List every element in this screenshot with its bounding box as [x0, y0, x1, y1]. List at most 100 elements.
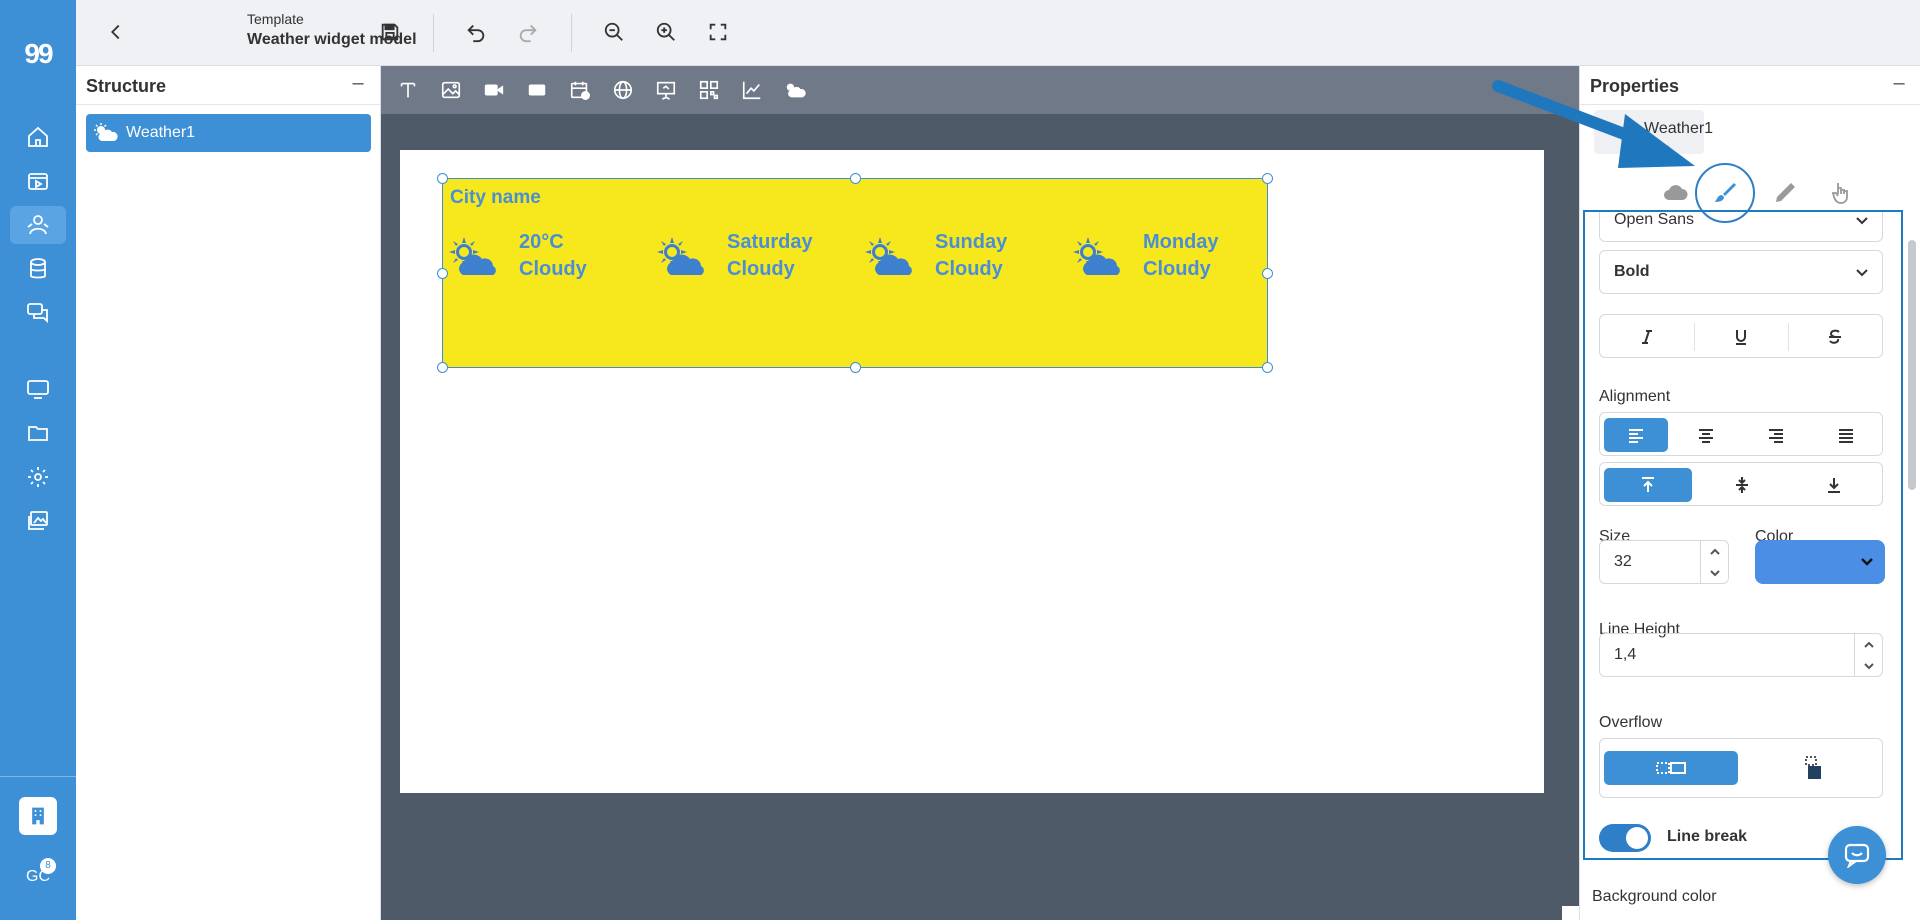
- tree-item-weather1[interactable]: Weather1: [86, 114, 371, 152]
- text-color-picker[interactable]: [1755, 540, 1885, 584]
- nav-files[interactable]: [10, 414, 66, 452]
- nav-database[interactable]: [10, 250, 66, 288]
- settings-icon: [28, 467, 48, 487]
- chevron-down-icon: [1709, 569, 1720, 576]
- weather-widget[interactable]: City name 20°C Cloudy Saturday Cloudy Su…: [437, 173, 1273, 373]
- nav-settings[interactable]: [10, 458, 66, 496]
- screen-icon: [27, 380, 49, 399]
- toolbar-divider: [433, 14, 434, 52]
- undo-button[interactable]: [458, 14, 494, 50]
- align-bottom-button[interactable]: [1790, 468, 1878, 502]
- data-cloud-icon: [1664, 185, 1688, 200]
- align-justify-button[interactable]: [1814, 418, 1878, 452]
- italic-button[interactable]: [1610, 320, 1684, 354]
- resize-handle-bottom-right[interactable]: [1262, 362, 1273, 373]
- save-button[interactable]: [372, 14, 408, 50]
- decrement-button[interactable]: [1701, 562, 1728, 583]
- template-page[interactable]: City name 20°C Cloudy Saturday Cloudy Su…: [400, 150, 1544, 793]
- chevron-down-icon: [1854, 212, 1870, 228]
- back-button[interactable]: [98, 14, 134, 50]
- add-calendar-tool[interactable]: [563, 74, 596, 107]
- add-chart-tool[interactable]: [735, 74, 768, 107]
- align-right-button[interactable]: [1744, 418, 1808, 452]
- resize-handle-right[interactable]: [1262, 268, 1273, 279]
- align-center-button[interactable]: [1674, 418, 1738, 452]
- chevron-up-icon: [1863, 641, 1874, 648]
- nav-users[interactable]: [10, 206, 66, 244]
- resize-handle-bottom-left[interactable]: [437, 362, 448, 373]
- fullscreen-button[interactable]: [700, 14, 736, 50]
- chat-support-button[interactable]: [1828, 826, 1886, 884]
- add-weather-tool[interactable]: [778, 74, 811, 107]
- add-text-tool[interactable]: [391, 74, 424, 107]
- font-weight-select[interactable]: Bold: [1599, 250, 1883, 294]
- add-web-tool[interactable]: [606, 74, 639, 107]
- nav-screens[interactable]: [10, 370, 66, 408]
- align-left-button[interactable]: [1604, 418, 1668, 452]
- resize-handle-top-left[interactable]: [437, 173, 448, 184]
- resize-handle-left[interactable]: [437, 268, 448, 279]
- forecast-day: Monday Cloudy: [1071, 231, 1271, 291]
- day-condition: Cloudy: [1143, 258, 1211, 280]
- size-stepper[interactable]: [1700, 541, 1728, 583]
- object-type: box: [1650, 141, 1670, 155]
- strikethrough-button[interactable]: [1798, 320, 1872, 354]
- day-label: Saturday: [727, 231, 813, 253]
- italic-icon: [1642, 330, 1652, 344]
- organization-button[interactable]: [19, 797, 57, 835]
- overflow-visible-button[interactable]: [1746, 751, 1880, 785]
- structure-collapse-button[interactable]: –: [346, 72, 370, 96]
- increment-button[interactable]: [1855, 634, 1882, 655]
- add-qr-tool[interactable]: [692, 74, 725, 107]
- horizontal-alignment-group: [1599, 412, 1883, 456]
- overflow-hidden-button[interactable]: [1604, 751, 1738, 785]
- nav-media[interactable]: [10, 162, 66, 200]
- increment-button[interactable]: [1701, 541, 1728, 562]
- zoom-in-button[interactable]: [648, 14, 684, 50]
- redo-button[interactable]: [510, 14, 546, 50]
- resize-handle-bottom[interactable]: [850, 362, 861, 373]
- align-top-button[interactable]: [1604, 468, 1692, 502]
- image-tool-icon: [441, 81, 460, 99]
- gallery-icon: [28, 511, 48, 530]
- add-presentation-tool[interactable]: [649, 74, 682, 107]
- underline-button[interactable]: [1704, 320, 1778, 354]
- zoom-out-button[interactable]: [596, 14, 632, 50]
- add-image-tool[interactable]: [434, 74, 467, 107]
- nav-messages[interactable]: [10, 294, 66, 332]
- save-icon: [381, 23, 399, 41]
- size-input[interactable]: 32: [1599, 540, 1729, 584]
- users-icon: [27, 215, 49, 235]
- resize-handle-top-right[interactable]: [1262, 173, 1273, 184]
- object-name: Weather1: [1644, 120, 1714, 137]
- line-break-toggle[interactable]: [1599, 824, 1651, 852]
- zoom-in-icon: [656, 22, 675, 41]
- chart-tool-icon: [742, 81, 760, 100]
- weather-tool-icon: [786, 83, 806, 98]
- add-video-tool[interactable]: [477, 74, 510, 107]
- nav-home[interactable]: [10, 118, 66, 156]
- nav-gallery[interactable]: [10, 502, 66, 540]
- properties-collapse-button[interactable]: –: [1887, 72, 1911, 96]
- tree-item-label: Weather1: [126, 124, 196, 141]
- properties-scrollbar[interactable]: [1908, 240, 1916, 490]
- add-shape-tool[interactable]: [520, 74, 553, 107]
- align-bottom-icon: [1828, 478, 1840, 493]
- qr-tool-icon: [699, 80, 718, 100]
- media-icon: [28, 173, 48, 190]
- user-avatar[interactable]: GC 8: [0, 858, 76, 886]
- weather-icon: [94, 123, 118, 141]
- resize-handle-top[interactable]: [850, 173, 861, 184]
- background-color-label: Background color: [1592, 888, 1717, 905]
- align-middle-button[interactable]: [1698, 468, 1786, 502]
- line-height-input[interactable]: 1,4: [1599, 633, 1883, 677]
- font-family-select[interactable]: Open Sans: [1599, 212, 1883, 242]
- day-condition: Cloudy: [935, 258, 1003, 280]
- zoom-out-icon: [604, 22, 623, 41]
- line-height-stepper[interactable]: [1854, 634, 1882, 676]
- decrement-button[interactable]: [1855, 655, 1882, 676]
- underline-icon: [1736, 330, 1746, 345]
- messages-icon: [27, 303, 48, 324]
- folder-icon: [28, 426, 48, 441]
- top-bar: Template Weather widget model: [76, 0, 1920, 66]
